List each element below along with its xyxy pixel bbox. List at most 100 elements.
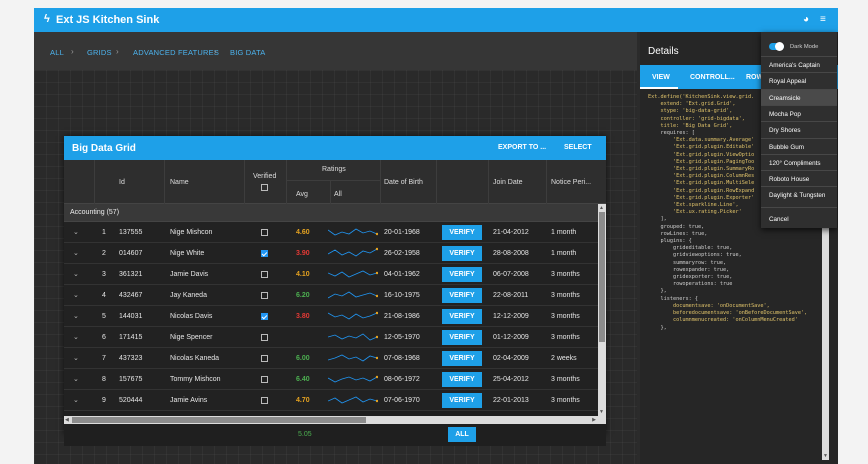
scroll-thumb[interactable] <box>72 417 366 423</box>
cell-join: 02-04-2009 <box>493 355 529 362</box>
theme-menu-item[interactable]: Creamsicle <box>761 89 837 106</box>
cell-notice: 3 months <box>551 376 580 383</box>
col-header-avg[interactable]: Avg <box>296 191 308 198</box>
rating-sparkline <box>328 311 378 320</box>
group-header[interactable]: Accounting (57) <box>64 204 598 222</box>
breadcrumb-big-data[interactable]: BIG DATA <box>230 48 266 57</box>
scroll-down-icon[interactable]: ▼ <box>599 409 604 415</box>
menu-icon[interactable]: ≡ <box>820 14 826 25</box>
chevron-down-icon[interactable]: ⌄ <box>73 249 79 257</box>
verify-button[interactable]: VERIFY <box>442 330 482 345</box>
cell-id: 171415 <box>119 334 143 341</box>
verified-checkbox[interactable] <box>261 334 268 341</box>
col-header-verified[interactable]: Verified <box>253 173 276 180</box>
verified-checkbox[interactable] <box>261 355 268 362</box>
chevron-down-icon[interactable]: ⌄ <box>73 375 79 383</box>
column-divider <box>286 160 287 204</box>
theme-menu-item[interactable]: Bubble Gum <box>761 139 837 155</box>
vertical-scrollbar[interactable]: ▲ ▼ <box>598 204 606 416</box>
table-row[interactable]: ⌄ 9 520444 Jamie Avins 4.70 07-06-1970 VERIFY 2… <box>64 390 598 411</box>
chevron-down-icon[interactable]: ⌄ <box>73 354 79 362</box>
column-divider <box>244 160 245 204</box>
verify-button[interactable]: VERIFY <box>442 372 482 387</box>
verified-checkbox[interactable] <box>261 376 268 383</box>
code-line: grideditable: true, <box>648 245 733 252</box>
table-row[interactable]: ⌄ 5 144031 Nicolas Davis 3.80 21-08-1986 VERIF… <box>64 306 598 327</box>
col-header-dob[interactable]: Date of Birth <box>384 179 423 186</box>
dark-mode-toggle-row[interactable]: Dark Mode <box>761 36 837 54</box>
col-header-notice[interactable]: Notice Peri... <box>551 179 591 186</box>
table-row[interactable]: ⌄ 8 157675 Tommy Mishcon 6.40 08-06-1972 VERIF… <box>64 369 598 390</box>
chevron-down-icon[interactable]: ⌄ <box>73 228 79 236</box>
verify-button[interactable]: VERIFY <box>442 351 482 366</box>
theme-menu-item[interactable]: Mocha Pop <box>761 106 837 122</box>
row-number: 2 <box>102 250 106 257</box>
scroll-right-icon[interactable]: ▶ <box>592 417 596 423</box>
theme-menu-item-label: America's Captain <box>769 62 820 69</box>
cancel-menu-item[interactable]: Cancel <box>761 211 837 227</box>
verify-button[interactable]: VERIFY <box>442 246 482 261</box>
grid-titlebar: Big Data Grid EXPORT TO ... SELECT <box>64 136 606 160</box>
theme-menu-item[interactable]: Daylight & Tungsten <box>761 187 837 203</box>
export-button[interactable]: EXPORT TO ... <box>498 144 546 151</box>
breadcrumb-grids[interactable]: GRIDS <box>87 48 112 57</box>
horizontal-scrollbar[interactable]: ◀ ▶ <box>64 416 606 424</box>
sencha-logo-icon: ϟ <box>44 13 50 25</box>
verified-checkbox[interactable] <box>261 271 268 278</box>
table-row[interactable]: ⌄ 2 014607 Nige White 3.90 26-02-1958 VERIFY 28… <box>64 243 598 264</box>
col-header-id[interactable]: Id <box>119 179 125 186</box>
theme-menu-item[interactable]: 120° Compliments <box>761 155 837 171</box>
menu-divider <box>761 206 837 208</box>
tab-view[interactable]: VIEW <box>652 74 670 81</box>
col-header-join[interactable]: Join Date <box>493 179 523 186</box>
table-row[interactable]: ⌄ 7 437323 Nicolas Kaneda 6.00 07-08-1968 VERI… <box>64 348 598 369</box>
verified-checkbox[interactable] <box>261 229 268 236</box>
col-header-all[interactable]: All <box>334 191 342 198</box>
tab-controller[interactable]: CONTROLL... <box>690 74 735 81</box>
select-all-checkbox[interactable] <box>261 184 268 191</box>
chevron-down-icon[interactable]: ⌄ <box>73 396 79 404</box>
chevron-down-icon[interactable]: ⌄ <box>73 270 79 278</box>
select-button[interactable]: SELECT <box>564 144 592 151</box>
scroll-left-icon[interactable]: ◀ <box>65 417 69 423</box>
verify-button[interactable]: VERIFY <box>442 309 482 324</box>
cell-join: 22-08-2011 <box>493 292 529 299</box>
theme-menu-item[interactable]: Roboto House <box>761 171 837 187</box>
scroll-down-icon[interactable]: ▼ <box>823 453 828 459</box>
theme-menu-item[interactable]: America's Captain <box>761 57 837 73</box>
col-header-name[interactable]: Name <box>170 179 189 186</box>
all-button[interactable]: ALL <box>448 427 476 442</box>
table-row[interactable]: ⌄ 6 171415 Nige Spencer 12-05-1970 VERIFY 01-1… <box>64 327 598 348</box>
theme-menu-item-label: Creamsicle <box>769 94 801 102</box>
scroll-thumb[interactable] <box>599 212 605 342</box>
cell-notice: 1 month <box>551 250 577 257</box>
verified-checkbox[interactable] <box>261 250 268 257</box>
palette-icon[interactable]: ◕ <box>803 14 809 25</box>
cell-dob: 20-01-1968 <box>384 229 420 236</box>
breadcrumb-advanced-features[interactable]: ADVANCED FEATURES <box>133 48 219 57</box>
chevron-down-icon[interactable]: ⌄ <box>73 312 79 320</box>
column-divider <box>546 160 547 204</box>
cell-id: 437323 <box>119 355 143 362</box>
verified-checkbox[interactable] <box>261 292 268 299</box>
app-window: ϟ Ext JS Kitchen Sink ◕ ≡ ALL › GRIDS › … <box>34 8 838 464</box>
scroll-up-icon[interactable]: ▲ <box>599 205 604 211</box>
breadcrumb-all[interactable]: ALL <box>50 48 64 57</box>
verify-button[interactable]: VERIFY <box>442 288 482 303</box>
theme-menu-item[interactable]: Royal Appeal <box>761 73 837 89</box>
verify-button[interactable]: VERIFY <box>442 225 482 240</box>
code-line: beforedocumentsave: 'onBeforeDocumentSav… <box>648 310 808 317</box>
dark-mode-toggle[interactable] <box>769 42 784 51</box>
verify-button[interactable]: VERIFY <box>442 267 482 282</box>
table-row[interactable]: ⌄ 4 432467 Jay Kaneda 6.20 16-10-1975 VERIFY 22… <box>64 285 598 306</box>
chevron-down-icon[interactable]: ⌄ <box>73 291 79 299</box>
rating-sparkline <box>328 375 378 383</box>
chevron-down-icon[interactable]: ⌄ <box>73 333 79 341</box>
cell-join: 12-12-2009 <box>493 313 529 320</box>
verified-checkbox[interactable] <box>261 397 268 404</box>
theme-menu-item[interactable]: Dry Shores <box>761 122 837 138</box>
verify-button[interactable]: VERIFY <box>442 393 482 408</box>
table-row[interactable]: ⌄ 3 361321 Jamie Davis 4.10 04-01-1962 VERIFY 0… <box>64 264 598 285</box>
verified-checkbox[interactable] <box>261 313 268 320</box>
table-row[interactable]: ⌄ 1 137555 Nige Mishcon 4.60 20-01-1968 VERIFY… <box>64 222 598 243</box>
